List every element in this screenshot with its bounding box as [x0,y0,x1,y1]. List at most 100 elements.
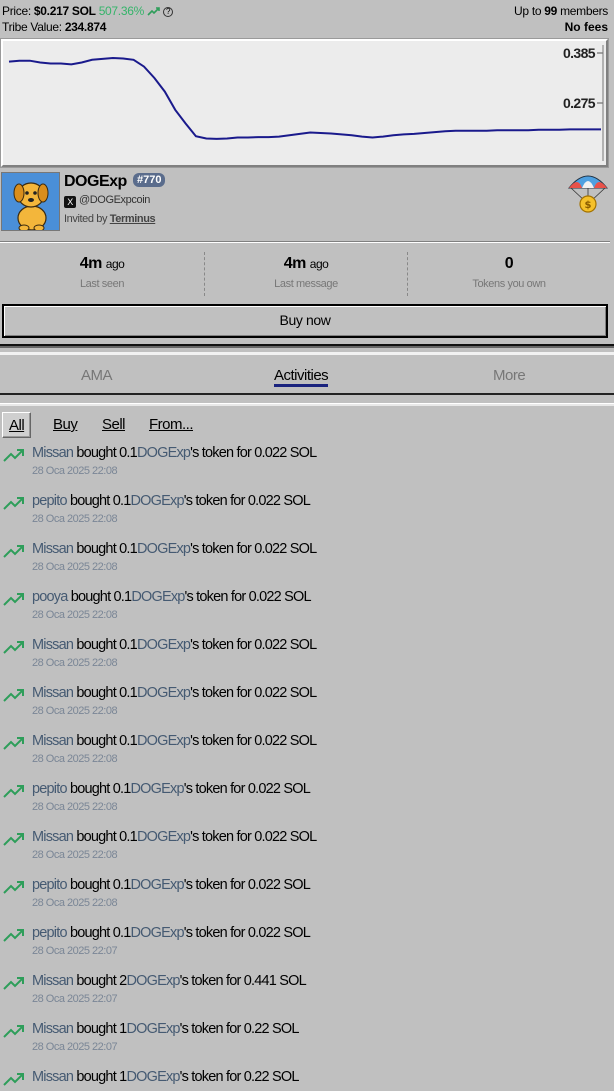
activity-date: 28 Oca 2025 22:08 [32,801,118,813]
activity-item: Missan bought 2DOGExp's token for 0.441 … [0,971,614,1019]
trend-up-icon [3,833,24,846]
activity-token-link[interactable]: DOGExp [137,829,191,845]
activity-user-link[interactable]: Missan [32,1069,74,1085]
stat-value: 0 [407,255,611,273]
activity-text: pepito bought 0.1DOGExp's token for 0.02… [32,925,311,941]
filter-all-label: All [9,417,25,434]
activity-item: Missan bought 1DOGExp's token for 0.22 S… [0,1019,614,1067]
activity-verb: bought [70,589,111,605]
activity-date: 28 Oca 2025 22:08 [32,753,118,765]
activity-token-link[interactable]: DOGExp [137,733,191,749]
activity-date: 28 Oca 2025 22:08 [32,849,118,861]
twitter-handle[interactable]: X @DOGExpcoin [64,194,150,208]
filter-buy-button[interactable]: Buy [53,412,78,438]
activity-user-link[interactable]: pepito [32,877,68,893]
trend-up-icon [3,929,24,942]
activity-amount: 0.1 [112,877,132,893]
activity-verb: bought [69,925,110,941]
price-value: $0.217 SOL [33,4,96,18]
activity-tail: 's token for 0.22 SOL [179,1021,300,1037]
filter-buy-label: Buy [53,416,78,433]
stat-last-message: 4m ago Last message [204,248,408,296]
activity-text: pepito bought 0.1DOGExp's token for 0.02… [32,781,311,797]
tribe-label: Tribe Value: [2,20,62,34]
activity-user-link[interactable]: Missan [32,973,74,989]
activity-text: Missan bought 1DOGExp's token for 0.22 S… [32,1069,299,1085]
activity-user-link[interactable]: Missan [32,829,74,845]
activity-item: pepito bought 0.1DOGExp's token for 0.02… [0,491,614,539]
activity-tail: 's token for 0.022 SOL [184,589,312,605]
activity-amount: 0.1 [112,781,132,797]
activity-token-link[interactable]: DOGExp [137,637,191,653]
activity-token-link[interactable]: DOGExp [126,1069,180,1085]
activity-user-link[interactable]: pepito [32,781,68,797]
activity-verb: bought [76,541,116,557]
activity-user-link[interactable]: Missan [32,445,74,461]
activity-tail: 's token for 0.022 SOL [183,925,311,941]
tab-activities[interactable]: Activities [274,367,329,387]
activity-token-link[interactable]: DOGExp [137,541,191,557]
activity-token-link[interactable]: DOGExp [126,973,180,989]
activity-date: 28 Oca 2025 22:08 [32,513,118,525]
members-line: Up to 99 members [514,4,608,18]
activity-amount: 0.1 [112,925,132,941]
activity-token-link[interactable]: DOGExp [131,493,185,509]
activity-user-link[interactable]: Missan [32,685,74,701]
filter-sell-button[interactable]: Sell [102,412,126,438]
activity-token-link[interactable]: DOGExp [131,877,185,893]
activity-text: Missan bought 1DOGExp's token for 0.22 S… [32,1021,299,1037]
trend-up-icon [3,689,24,702]
trend-up-icon [3,881,24,894]
activity-amount: 0.1 [119,685,138,701]
activity-verb: bought [69,877,110,893]
activity-user-link[interactable]: Missan [32,733,74,749]
profile-divider [0,241,610,243]
activity-token-link[interactable]: DOGExp [131,589,185,605]
activity-tail: 's token for 0.22 SOL [179,1069,300,1085]
activity-token-link[interactable]: DOGExp [126,1021,180,1037]
activity-tail: 's token for 0.022 SOL [190,637,317,653]
activity-user-link[interactable]: Missan [32,1021,74,1037]
stat-label: Last message [274,278,338,290]
activity-item: pepito bought 0.1DOGExp's token for 0.02… [0,923,614,971]
activity-token-link[interactable]: DOGExp [137,685,191,701]
airdrop-parachute-icon[interactable]: $ [566,170,610,214]
activity-user-link[interactable]: Missan [32,637,74,653]
activity-date: 28 Oca 2025 22:08 [32,609,118,621]
activity-token-link[interactable]: DOGExp [137,445,191,461]
activity-tail: 's token for 0.022 SOL [190,733,317,749]
tribe-value-line: Tribe Value: 234.874 [2,20,106,34]
inviter-link[interactable]: Terminus [110,213,156,225]
trend-up-icon [3,737,24,750]
stat-suffix: ago [309,257,329,271]
activity-text: pepito bought 0.1DOGExp's token for 0.02… [32,493,311,509]
header-bar: Price: $0.217 SOL 507.36% ? Tribe Value:… [0,0,614,38]
dog-avatar-icon [2,173,59,230]
tab-more[interactable]: More [493,367,526,384]
trend-up-icon [3,449,24,462]
activity-item: Missan bought 0.1DOGExp's token for 0.02… [0,731,614,779]
activity-user-link[interactable]: Missan [32,541,74,557]
buy-now-button[interactable]: Buy now [2,304,608,338]
filter-from-button[interactable]: From... [149,412,194,438]
help-icon[interactable]: ? [163,7,174,17]
activity-date: 28 Oca 2025 22:07 [32,1041,118,1053]
x-logo-icon: X [64,196,76,208]
filter-all-button[interactable]: All [2,412,32,438]
stat-number: 4m [283,255,307,272]
activity-amount: 0.1 [119,637,138,653]
activity-user-link[interactable]: pepito [32,493,68,509]
tab-ama[interactable]: AMA [81,367,113,384]
activity-token-link[interactable]: DOGExp [131,925,185,941]
filter-from-label: From... [149,416,194,433]
activity-token-link[interactable]: DOGExp [131,781,185,797]
activity-verb: bought [76,733,116,749]
members-suffix: members [560,4,608,18]
trend-up-icon [3,1073,24,1086]
activity-user-link[interactable]: pepito [32,925,68,941]
activity-date: 28 Oca 2025 22:08 [32,561,118,573]
activity-item: Missan bought 0.1DOGExp's token for 0.02… [0,827,614,875]
stat-number: 0 [504,255,514,272]
activity-user-link[interactable]: pooya [32,589,68,605]
tab-bar: AMA Activities More [0,358,614,395]
